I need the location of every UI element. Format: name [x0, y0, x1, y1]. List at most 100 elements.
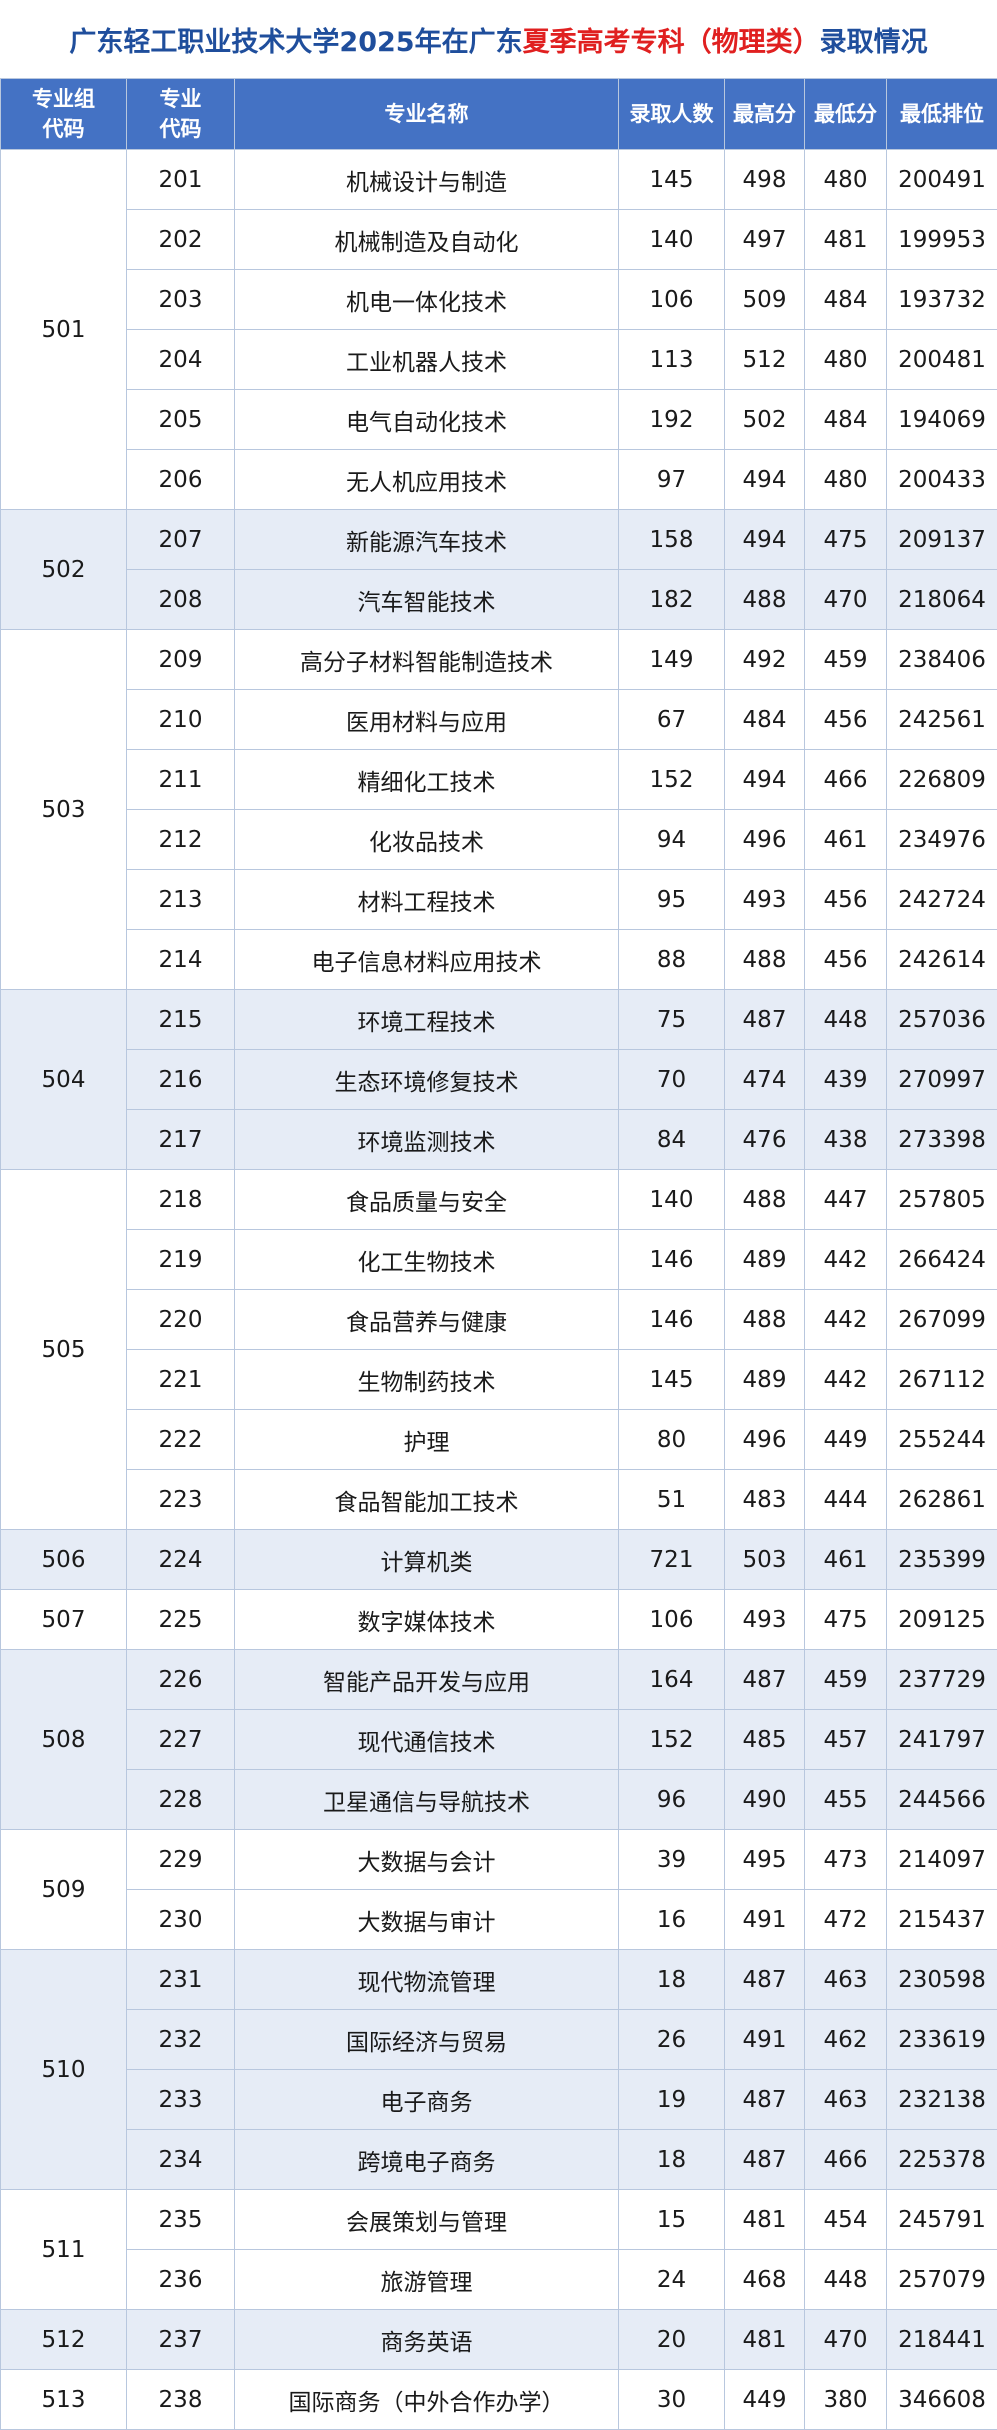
min-score-cell: 473: [804, 1829, 887, 1890]
table-row: 230 大数据与审计 16 491 472 215437: [1, 1889, 997, 1950]
min-rank-cell: 273398: [886, 1109, 997, 1170]
max-score-cell: 489: [724, 1349, 805, 1410]
min-score-cell: 463: [804, 2069, 887, 2130]
min-rank-cell: 267099: [886, 1289, 997, 1350]
min-rank-cell: 255244: [886, 1409, 997, 1470]
major-code-cell: 235: [126, 2189, 235, 2250]
admitted-cell: 113: [618, 329, 725, 390]
table-row: 232 国际经济与贸易 26 491 462 233619: [1, 2009, 997, 2070]
major-code-cell: 209: [126, 629, 235, 690]
major-code-cell: 211: [126, 749, 235, 810]
max-score-cell: 481: [724, 2309, 805, 2370]
admitted-cell: 67: [618, 689, 725, 750]
major-name-cell: 精细化工技术: [234, 749, 619, 810]
header-max-score: 最高分: [724, 78, 805, 150]
table-row: 206 无人机应用技术 97 494 480 200433: [1, 449, 997, 510]
min-score-cell: 457: [804, 1709, 887, 1770]
header-group-code-line2: 代码: [42, 117, 85, 141]
admitted-cell: 75: [618, 989, 725, 1050]
table-row: 501 201 机械设计与制造 145 498 480 200491: [0, 149, 997, 510]
major-name-cell: 会展策划与管理: [234, 2189, 619, 2250]
table-row: 228 卫星通信与导航技术 96 490 455 244566: [1, 1769, 997, 1830]
max-score-cell: 474: [724, 1049, 805, 1110]
header-row: 专业组 代码 专业 代码 专业名称 录取人数 最高分 最低分 最低排位: [0, 78, 997, 150]
admitted-cell: 80: [618, 1409, 725, 1470]
group-code-cell: 511: [0, 2189, 127, 2310]
table-row: 223 食品智能加工技术 51 483 444 262861: [1, 1469, 997, 1530]
table-row: 205 电气自动化技术 192 502 484 194069: [1, 389, 997, 450]
group-code-cell: 504: [0, 989, 127, 1170]
admitted-cell: 145: [618, 1349, 725, 1410]
min-rank-cell: 242614: [886, 929, 997, 990]
max-score-cell: 493: [724, 1589, 805, 1650]
group-code-cell: 513: [0, 2369, 127, 2430]
min-rank-cell: 346608: [886, 2369, 997, 2430]
major-code-cell: 204: [126, 329, 235, 390]
major-name-cell: 汽车智能技术: [234, 569, 619, 630]
min-rank-cell: 237729: [886, 1649, 997, 1710]
max-score-cell: 502: [724, 389, 805, 450]
min-rank-cell: 218064: [886, 569, 997, 630]
min-rank-cell: 257805: [886, 1169, 997, 1230]
max-score-cell: 490: [724, 1769, 805, 1830]
major-name-cell: 食品智能加工技术: [234, 1469, 619, 1530]
major-name-cell: 环境监测技术: [234, 1109, 619, 1170]
min-score-cell: 448: [804, 989, 887, 1050]
admitted-cell: 149: [618, 629, 725, 690]
admitted-cell: 26: [618, 2009, 725, 2070]
admission-table: 专业组 代码 专业 代码 专业名称 录取人数 最高分 最低分 最低排位 501 2…: [0, 78, 997, 2430]
min-score-cell: 472: [804, 1889, 887, 1950]
min-rank-cell: 218441: [886, 2309, 997, 2370]
major-code-cell: 215: [126, 989, 235, 1050]
header-major-code-line1: 专业: [159, 87, 202, 111]
admitted-cell: 97: [618, 449, 725, 510]
min-rank-cell: 257036: [886, 989, 997, 1050]
min-score-cell: 466: [804, 2129, 887, 2190]
min-rank-cell: 244566: [886, 1769, 997, 1830]
table-row: 214 电子信息材料应用技术 88 488 456 242614: [1, 929, 997, 990]
max-score-cell: 488: [724, 929, 805, 990]
major-name-cell: 医用材料与应用: [234, 689, 619, 750]
min-rank-cell: 234976: [886, 809, 997, 870]
table-row: 204 工业机器人技术 113 512 480 200481: [1, 329, 997, 390]
major-code-cell: 232: [126, 2009, 235, 2070]
page: 广东轻工职业技术大学2025年在广东 夏季高考专科（物理类） 录取情况 专业组 代码…: [0, 0, 997, 2430]
major-code-cell: 219: [126, 1229, 235, 1290]
admitted-cell: 51: [618, 1469, 725, 1530]
table-row: 203 机电一体化技术 106 509 484 193732: [1, 269, 997, 330]
max-score-cell: 493: [724, 869, 805, 930]
min-score-cell: 480: [804, 329, 887, 390]
table-row: 506 224 计算机类 721 503 461 235399: [0, 1529, 997, 1590]
min-score-cell: 438: [804, 1109, 887, 1170]
major-name-cell: 食品质量与安全: [234, 1169, 619, 1230]
major-code-cell: 225: [126, 1589, 235, 1650]
max-score-cell: 487: [724, 1649, 805, 1710]
table-row: 233 电子商务 19 487 463 232138: [1, 2069, 997, 2130]
admitted-cell: 140: [618, 1169, 725, 1230]
max-score-cell: 476: [724, 1109, 805, 1170]
admitted-cell: 18: [618, 2129, 725, 2190]
major-code-cell: 228: [126, 1769, 235, 1830]
major-name-cell: 电气自动化技术: [234, 389, 619, 450]
max-score-cell: 497: [724, 209, 805, 270]
table-row: 212 化妆品技术 94 496 461 234976: [1, 809, 997, 870]
min-score-cell: 463: [804, 1949, 887, 2010]
major-name-cell: 无人机应用技术: [234, 449, 619, 510]
min-rank-cell: 193732: [886, 269, 997, 330]
table-row: 208 汽车智能技术 182 488 470 218064: [1, 569, 997, 630]
admitted-cell: 146: [618, 1289, 725, 1350]
major-code-cell: 212: [126, 809, 235, 870]
admitted-cell: 152: [618, 1709, 725, 1770]
major-name-cell: 旅游管理: [234, 2249, 619, 2310]
group-code-cell: 502: [0, 509, 127, 630]
major-code-cell: 237: [126, 2309, 235, 2370]
major-name-cell: 国际商务（中外合作办学）: [234, 2369, 619, 2430]
table-row: 513 238 国际商务（中外合作办学） 30 449 380 346608: [0, 2369, 997, 2430]
admitted-cell: 721: [618, 1529, 725, 1590]
min-rank-cell: 230598: [886, 1949, 997, 2010]
header-major-name: 专业名称: [234, 78, 619, 150]
max-score-cell: 468: [724, 2249, 805, 2310]
min-rank-cell: 235399: [886, 1529, 997, 1590]
max-score-cell: 487: [724, 1949, 805, 2010]
title-part-2: 录取情况: [819, 26, 928, 58]
